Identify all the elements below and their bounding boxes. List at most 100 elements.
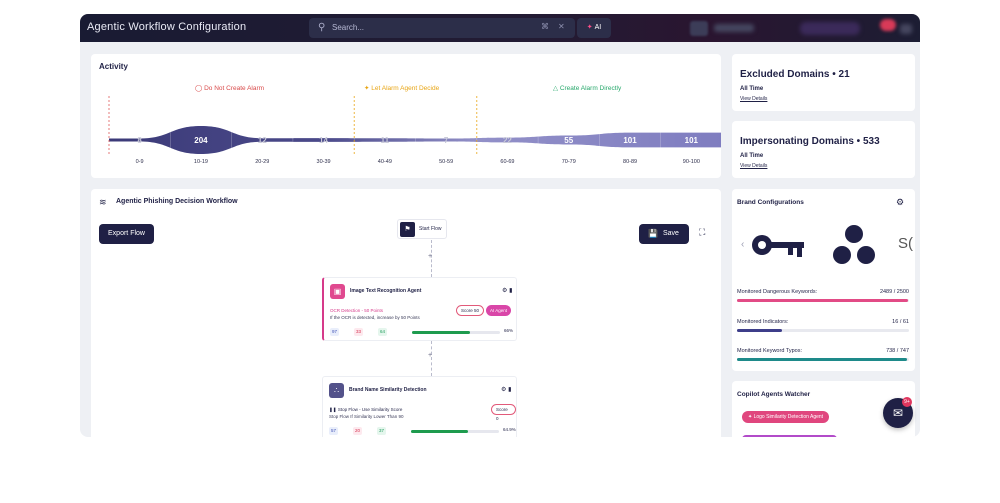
brand-metric-fill [737,299,909,302]
trash-icon[interactable]: ▮ [509,288,512,294]
brand-metric-fill [737,329,783,332]
save-label: Save [663,230,679,237]
node-rule-description: If the OCR is detected, increase by 50 P… [330,315,420,320]
excluded-domains-card: Excluded Domains • 21 All Time View Deta… [732,54,915,111]
export-flow-button[interactable]: Export Flow [99,224,154,244]
notification-icon[interactable] [880,19,896,31]
activity-bin-label: 70-79 [561,159,576,165]
impersonating-domains-card: Impersonating Domains • 533 All Time Vie… [732,121,915,178]
activity-bin-label: 80-89 [623,159,638,165]
excluded-domains-view-details[interactable]: View Details [740,96,767,102]
score-badge: Score 50 [456,305,485,316]
workflow-node-ocr[interactable]: ▣ Image Text Recognition Agent ⚙ ▮ OCR D… [322,277,517,341]
node-rule-label: Stop Flow - Use Similarity Score [337,407,403,412]
brand-metric-bar [737,329,909,332]
activity-value-label: 14 [319,136,328,145]
gear-icon[interactable]: ⚙ [501,387,506,393]
partial-logo[interactable]: S( [898,235,913,252]
add-step-button[interactable]: + [428,253,432,260]
node-title: Brand Name Similarity Detection [349,387,427,393]
flag-icon: ⚑ [400,222,415,237]
brand-metric-label: Monitored Keyword Typos: [737,348,803,354]
similarity-icon: ∴ [329,383,344,398]
ai-button[interactable]: ✦ AI [577,18,611,38]
gear-icon[interactable]: ⚙ [896,197,904,208]
stat-red: 20 [353,427,363,435]
trash-icon[interactable]: ▮ [508,387,511,393]
save-button[interactable]: 💾 Save [639,224,689,244]
avatar[interactable] [690,21,708,36]
search-input[interactable]: ⚲ Search... ⌘ ✕ [309,18,575,38]
score-badge: Score 0 [491,404,516,421]
activity-value-label: 11 [381,136,390,145]
stat-blue: 97 [330,328,340,336]
shortcut-icon: ⌘ [541,22,549,31]
node-rule: ❚❚ Stop Flow - Use Similarity Score [329,407,402,413]
zone-green-label: Create Alarm Directly [559,85,622,92]
activity-bin-label: 0-9 [135,159,144,165]
activity-value-label: 22 [503,136,512,145]
activity-bin-label: 30-39 [316,159,331,165]
gear-icon[interactable]: ⚙ [502,288,507,294]
ai-agent-badge: AI Agent [486,305,512,316]
stat-green: 37 [377,427,387,435]
search-placeholder: Search... [332,23,365,32]
node-rule: OCR Detection - 50 Points [330,308,384,313]
ai-button-label: AI [594,24,602,31]
brand-metric-label: Monitored Indicators: [737,319,789,325]
brand-metric-label: Monitored Dangerous Keywords: [737,289,818,295]
clear-icon[interactable]: ✕ [558,22,565,31]
shield-icon: ◯ [195,85,203,92]
activity-card: Activity ◯ Do Not Create Alarm ✦ Let Ala… [91,54,721,178]
activity-value-label: 204 [194,136,208,145]
key-logo[interactable] [750,231,808,259]
warning-icon: △ [553,85,558,92]
activity-bin-label: 40-49 [377,159,392,165]
brand-configurations-title: Brand Configurations [737,199,804,206]
activity-value-label: 101 [623,136,637,145]
activity-title: Activity [99,62,128,71]
excluded-domains-period: All Time [740,86,764,92]
image-icon: ▣ [330,284,345,299]
brand-metric-fill [737,358,907,361]
menu-icon[interactable] [900,24,912,34]
sparkle-icon: ✦ [586,24,593,31]
org-selector-blurred[interactable] [800,22,860,35]
node-progress-bar [411,430,499,433]
agent-pill[interactable] [742,435,837,437]
node-tools: ⚙ ▮ [502,287,512,294]
chat-icon: ✉ [892,406,904,420]
node-progress-fill [412,331,471,334]
dots-logo[interactable] [832,224,876,266]
start-flow-node[interactable]: ⚑ Start Flow [397,219,447,239]
activity-bin-label: 20-29 [255,159,270,165]
impersonating-domains-period: All Time [740,153,764,159]
start-flow-label: Start Flow [419,226,442,232]
stat-red: 33 [354,328,364,336]
user-name-blurred [714,24,754,32]
top-bar: Agentic Workflow Configuration ⚲ Search.… [80,14,920,42]
save-icon: 💾 [648,229,658,238]
excluded-domains-title: Excluded Domains • 21 [740,69,850,80]
zone-orange-label: Let Alarm Agent Decide [371,85,440,92]
impersonating-domains-view-details[interactable]: View Details [740,163,767,169]
agent-pill[interactable]: ✦ Logo Similarity Detection Agent [742,411,830,423]
activity-chart: 8 204 12 14 11 7 22 55 101 101 [108,96,721,156]
chat-badge: 9+ [902,397,912,407]
node-progress-bar [412,331,500,334]
add-step-button[interactable]: + [428,352,432,359]
activity-value-label: 55 [564,136,573,145]
workflow-title: Agentic Phishing Decision Workflow [116,198,238,205]
workflow-icon: ≋ [99,197,107,207]
copilot-title: Copilot Agents Watcher [737,391,811,398]
activity-value-label: 8 [137,136,142,145]
node-progress-label: 66% [504,328,514,333]
chevron-left-icon[interactable]: ‹ [741,239,744,250]
node-progress-fill [411,430,469,433]
workflow-node-brand-similarity[interactable]: ∴ Brand Name Similarity Detection ⚙ ▮ ❚❚… [322,376,517,437]
pause-icon: ❚❚ [329,407,337,412]
expand-icon[interactable]: ⛶ [699,227,705,238]
node-title: Image Text Recognition Agent [350,288,422,294]
node-rule-description: Stop Flow If Similarity Lower Than 90 [329,414,404,419]
activity-value-label: 7 [444,136,449,145]
